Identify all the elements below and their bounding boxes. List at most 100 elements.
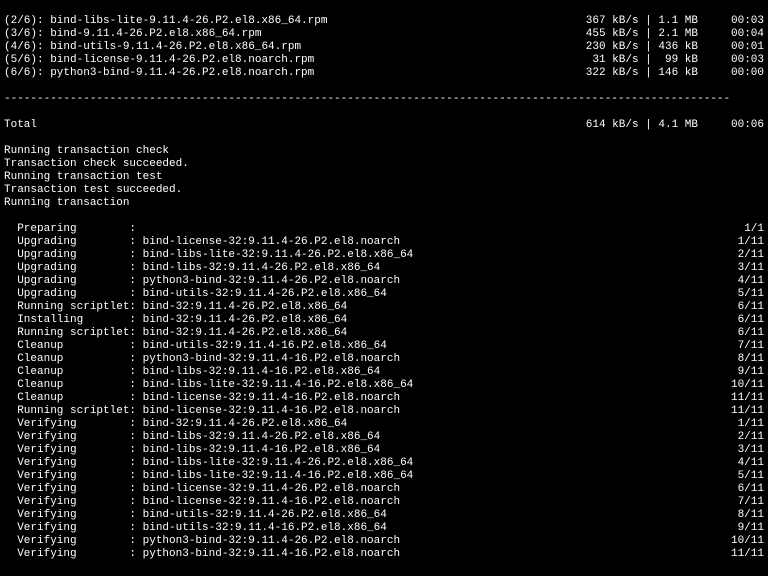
transaction-status-line: Transaction check succeeded. (4, 158, 764, 171)
transaction-step-row: Cleanup : bind-libs-32:9.11.4-16.P2.el8.… (4, 366, 764, 379)
step-count: 6/11 (731, 483, 764, 496)
download-row: (6/6): python3-bind-9.11.4-26.P2.el8.noa… (4, 67, 764, 80)
transaction-step-row: Cleanup : bind-license-32:9.11.4-16.P2.e… (4, 392, 764, 405)
step-count: 6/11 (731, 314, 764, 327)
step-text: Installing : bind-32:9.11.4-26.P2.el8.x8… (4, 314, 347, 327)
transaction-step-row: Verifying : bind-libs-lite-32:9.11.4-26.… (4, 457, 764, 470)
step-text: Verifying : python3-bind-32:9.11.4-16.P2… (4, 548, 400, 561)
step-count: 1/11 (731, 236, 764, 249)
step-count: 3/11 (731, 444, 764, 457)
step-count: 9/11 (731, 366, 764, 379)
step-text: Verifying : bind-libs-lite-32:9.11.4-16.… (4, 470, 413, 483)
download-row: (5/6): bind-license-9.11.4-26.P2.el8.noa… (4, 54, 764, 67)
transaction-status-line: Running transaction check (4, 145, 764, 158)
transaction-step-row: Verifying : python3-bind-32:9.11.4-16.P2… (4, 548, 764, 561)
step-text: Cleanup : python3-bind-32:9.11.4-16.P2.e… (4, 353, 400, 366)
step-text: Verifying : bind-utils-32:9.11.4-26.P2.e… (4, 509, 387, 522)
transaction-step-row: Verifying : bind-libs-32:9.11.4-26.P2.el… (4, 431, 764, 444)
transaction-step-row: Verifying : python3-bind-32:9.11.4-26.P2… (4, 535, 764, 548)
transaction-step-row: Preparing : 1/1 (4, 223, 764, 236)
step-text: Upgrading : bind-utils-32:9.11.4-26.P2.e… (4, 288, 387, 301)
transaction-step-row: Upgrading : bind-libs-lite-32:9.11.4-26.… (4, 249, 764, 262)
transaction-step-row: Upgrading : bind-license-32:9.11.4-26.P2… (4, 236, 764, 249)
step-count: 10/11 (731, 379, 764, 392)
transaction-step-row: Verifying : bind-utils-32:9.11.4-26.P2.e… (4, 509, 764, 522)
step-count: 5/11 (731, 288, 764, 301)
step-text: Running scriptlet: bind-32:9.11.4-26.P2.… (4, 327, 347, 340)
step-count: 7/11 (731, 340, 764, 353)
step-count: 8/11 (731, 353, 764, 366)
step-text: Upgrading : bind-license-32:9.11.4-26.P2… (4, 236, 400, 249)
step-text: Verifying : bind-32:9.11.4-26.P2.el8.x86… (4, 418, 347, 431)
transaction-step-row: Upgrading : bind-libs-32:9.11.4-26.P2.el… (4, 262, 764, 275)
download-stats: 455 kB/s | 2.1 MB 00:04 (586, 28, 764, 41)
step-text: Verifying : bind-libs-32:9.11.4-16.P2.el… (4, 444, 380, 457)
download-label: (6/6): python3-bind-9.11.4-26.P2.el8.noa… (4, 67, 314, 80)
download-label: (4/6): bind-utils-9.11.4-26.P2.el8.x86_6… (4, 41, 301, 54)
step-text: Upgrading : bind-libs-lite-32:9.11.4-26.… (4, 249, 413, 262)
step-count: 9/11 (731, 522, 764, 535)
step-text: Verifying : python3-bind-32:9.11.4-26.P2… (4, 535, 400, 548)
transaction-status-line: Running transaction (4, 197, 764, 210)
step-count: 2/11 (731, 249, 764, 262)
step-count: 11/11 (731, 548, 764, 561)
step-count: 11/11 (731, 392, 764, 405)
download-stats: 322 kB/s | 146 kB 00:00 (586, 67, 764, 80)
step-count: 3/11 (731, 262, 764, 275)
step-count: 5/11 (731, 470, 764, 483)
divider-line: ----------------------------------------… (4, 93, 764, 106)
step-text: Verifying : bind-license-32:9.11.4-26.P2… (4, 483, 400, 496)
transaction-step-row: Verifying : bind-libs-32:9.11.4-16.P2.el… (4, 444, 764, 457)
step-text: Verifying : bind-libs-lite-32:9.11.4-26.… (4, 457, 413, 470)
download-stats: 31 kB/s | 99 kB 00:03 (586, 54, 764, 67)
download-row: (4/6): bind-utils-9.11.4-26.P2.el8.x86_6… (4, 41, 764, 54)
step-count: 7/11 (731, 496, 764, 509)
step-count: 4/11 (731, 275, 764, 288)
transaction-step-row: Verifying : bind-license-32:9.11.4-16.P2… (4, 496, 764, 509)
step-text: Upgrading : bind-libs-32:9.11.4-26.P2.el… (4, 262, 380, 275)
step-text: Verifying : bind-license-32:9.11.4-16.P2… (4, 496, 400, 509)
step-count: 11/11 (731, 405, 764, 418)
download-row: (2/6): bind-libs-lite-9.11.4-26.P2.el8.x… (4, 15, 764, 28)
transaction-step-row: Running scriptlet: bind-license-32:9.11.… (4, 405, 764, 418)
step-count: 6/11 (731, 301, 764, 314)
download-stats: 230 kB/s | 436 kB 00:01 (586, 41, 764, 54)
transaction-step-row: Installing : bind-32:9.11.4-26.P2.el8.x8… (4, 314, 764, 327)
step-count: 10/11 (731, 535, 764, 548)
transaction-step-row: Cleanup : bind-libs-lite-32:9.11.4-16.P2… (4, 379, 764, 392)
step-count: 1/1 (738, 223, 764, 236)
download-label: (5/6): bind-license-9.11.4-26.P2.el8.noa… (4, 54, 314, 67)
download-label: (3/6): bind-9.11.4-26.P2.el8.x86_64.rpm (4, 28, 261, 41)
total-row: Total 614 kB/s | 4.1 MB 00:06 (4, 119, 764, 132)
step-text: Cleanup : bind-libs-32:9.11.4-16.P2.el8.… (4, 366, 380, 379)
transaction-step-row: Upgrading : bind-utils-32:9.11.4-26.P2.e… (4, 288, 764, 301)
step-text: Verifying : bind-libs-32:9.11.4-26.P2.el… (4, 431, 380, 444)
transaction-status-line: Transaction test succeeded. (4, 184, 764, 197)
download-stats: 367 kB/s | 1.1 MB 00:03 (586, 15, 764, 28)
step-count: 6/11 (731, 327, 764, 340)
download-row: (3/6): bind-9.11.4-26.P2.el8.x86_64.rpm 4… (4, 28, 764, 41)
step-count: 8/11 (731, 509, 764, 522)
step-text: Cleanup : bind-license-32:9.11.4-16.P2.e… (4, 392, 400, 405)
step-text: Running scriptlet: bind-32:9.11.4-26.P2.… (4, 301, 347, 314)
transaction-step-row: Cleanup : bind-utils-32:9.11.4-16.P2.el8… (4, 340, 764, 353)
transaction-step-row: Verifying : bind-libs-lite-32:9.11.4-16.… (4, 470, 764, 483)
step-text: Running scriptlet: bind-license-32:9.11.… (4, 405, 400, 418)
transaction-step-row: Verifying : bind-license-32:9.11.4-26.P2… (4, 483, 764, 496)
transaction-step-row: Verifying : bind-utils-32:9.11.4-16.P2.e… (4, 522, 764, 535)
step-text: Preparing : (4, 223, 136, 236)
terminal-output: (2/6): bind-libs-lite-9.11.4-26.P2.el8.x… (0, 0, 768, 576)
transaction-step-row: Verifying : bind-32:9.11.4-26.P2.el8.x86… (4, 418, 764, 431)
transaction-step-row: Cleanup : python3-bind-32:9.11.4-16.P2.e… (4, 353, 764, 366)
total-label: Total (4, 119, 37, 132)
transaction-step-row: Running scriptlet: bind-32:9.11.4-26.P2.… (4, 301, 764, 314)
step-text: Upgrading : python3-bind-32:9.11.4-26.P2… (4, 275, 400, 288)
step-text: Cleanup : bind-libs-lite-32:9.11.4-16.P2… (4, 379, 413, 392)
step-text: Cleanup : bind-utils-32:9.11.4-16.P2.el8… (4, 340, 387, 353)
step-text: Verifying : bind-utils-32:9.11.4-16.P2.e… (4, 522, 387, 535)
transaction-step-row: Running scriptlet: bind-32:9.11.4-26.P2.… (4, 327, 764, 340)
total-stats: 614 kB/s | 4.1 MB 00:06 (586, 119, 764, 132)
transaction-step-row: Upgrading : python3-bind-32:9.11.4-26.P2… (4, 275, 764, 288)
step-count: 1/11 (731, 418, 764, 431)
transaction-status-line: Running transaction test (4, 171, 764, 184)
